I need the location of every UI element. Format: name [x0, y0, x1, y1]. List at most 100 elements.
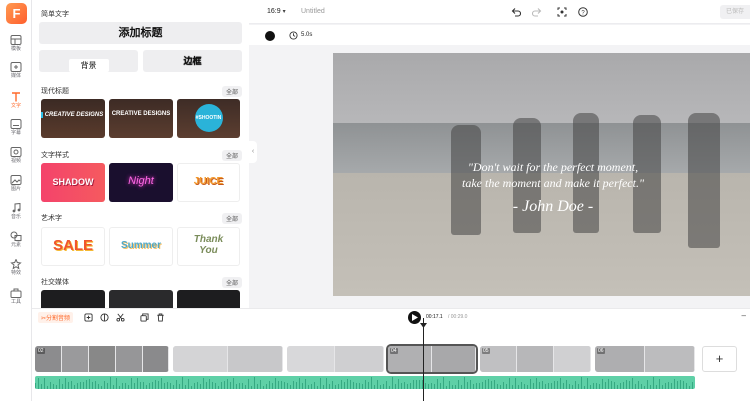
add-clip-icon[interactable] — [84, 313, 93, 322]
clip-number: 05 — [482, 348, 490, 354]
clip-duration[interactable]: 5.0s — [301, 32, 312, 38]
text-preset-thumb[interactable]: CREATIVE DESIGNS — [109, 99, 173, 138]
social-preset-thumb[interactable] — [177, 290, 240, 308]
waveform-bar — [470, 379, 471, 389]
rail-item-media[interactable]: 媒体 — [0, 61, 32, 85]
rail-item-text[interactable]: 文字 — [0, 91, 32, 115]
waveform-bar — [125, 382, 126, 389]
rail-label: 元素 — [10, 242, 21, 248]
split-icon[interactable] — [100, 313, 109, 322]
waveform-bar — [113, 385, 114, 389]
waveform-bar — [518, 385, 519, 389]
waveform-bar — [680, 379, 681, 389]
cut-icon[interactable] — [116, 313, 125, 322]
waveform-bar — [74, 384, 75, 389]
waveform-bar — [581, 377, 582, 389]
waveform-bar — [293, 381, 294, 389]
rail-item-elements[interactable]: 元素 — [0, 230, 32, 254]
rail-item-music[interactable]: 音乐 — [0, 202, 32, 226]
waveform-bar — [401, 383, 402, 389]
quote-author[interactable]: - John Doe - — [423, 198, 683, 216]
duplicate-icon[interactable] — [140, 313, 149, 322]
background-style-button[interactable]: 背景 — [39, 50, 138, 72]
timeline-clip[interactable]: 05 — [480, 346, 591, 372]
screenshot-icon[interactable] — [557, 7, 567, 17]
timeline-clip[interactable] — [287, 346, 384, 372]
see-all-button[interactable]: 全部 — [221, 86, 242, 97]
rail-item-effects[interactable]: 特效 — [0, 258, 32, 282]
waveform-bar — [593, 382, 594, 389]
waveform-bar — [674, 378, 675, 389]
waveform-bar — [362, 384, 363, 389]
add-clip-button[interactable]: + — [702, 346, 737, 372]
aspect-ratio-select[interactable]: 16:9 ▾ — [267, 8, 286, 15]
text-preset-thumb[interactable]: CREATIVE DESIGNS — [41, 99, 105, 138]
add-title-button[interactable]: 添加标题 — [39, 22, 242, 44]
waveform-bar — [686, 382, 687, 389]
background-color-swatch[interactable] — [265, 31, 275, 41]
text-preset-thumb[interactable]: #SHOOTIN — [177, 99, 240, 138]
see-all-button[interactable]: 全部 — [221, 150, 242, 161]
waveform-bar — [146, 385, 147, 389]
play-icon — [412, 314, 418, 321]
waveform-bar — [410, 383, 411, 389]
see-all-button[interactable]: 全部 — [221, 277, 242, 288]
waveform-bar — [137, 378, 138, 389]
quote-text[interactable]: "Don't wait for the perfect moment, take… — [423, 159, 683, 191]
rail-item-image[interactable]: 图片 — [0, 174, 32, 198]
play-button[interactable] — [408, 311, 421, 324]
text-preset-thumb[interactable]: Thank You — [177, 227, 240, 266]
video-canvas[interactable]: "Don't wait for the perfect moment, take… — [333, 53, 750, 296]
media-icon — [10, 62, 22, 72]
rail-item-tools[interactable]: 工具 — [0, 287, 32, 311]
waveform-bar — [572, 385, 573, 389]
split-audio-button[interactable]: ✂分割音频 — [38, 312, 74, 323]
waveform-bar — [41, 383, 42, 389]
waveform-bar — [248, 378, 249, 389]
waveform-bar — [278, 380, 279, 389]
border-style-button[interactable]: 边框 — [143, 50, 242, 72]
waveform-bar — [584, 385, 585, 389]
rail-item-subtitle[interactable]: 字幕 — [0, 118, 32, 142]
timeline-clip[interactable] — [173, 346, 283, 372]
collapse-panel-button[interactable]: ‹ — [249, 141, 257, 163]
text-preset-thumb[interactable]: Night — [109, 163, 173, 202]
waveform-bar — [560, 378, 561, 389]
see-all-button[interactable]: 全部 — [221, 213, 242, 224]
rail-item-video[interactable]: 视频 — [0, 146, 32, 170]
waveform-bar — [89, 379, 90, 389]
rail-label: 模板 — [10, 46, 21, 52]
preset-label: SHADOW — [52, 177, 94, 187]
waveform-bar — [620, 382, 621, 389]
text-preset-thumb[interactable]: Summer — [109, 227, 173, 266]
waveform-bar — [164, 383, 165, 389]
audio-track[interactable] — [35, 376, 695, 389]
text-preset-thumb[interactable]: SALE — [41, 227, 105, 266]
waveform-bar — [179, 384, 180, 389]
zoom-out-button[interactable]: – — [742, 311, 746, 320]
redo-icon[interactable] — [532, 7, 542, 17]
social-preset-thumb[interactable] — [41, 290, 105, 308]
delete-icon[interactable] — [156, 313, 165, 322]
undo-icon[interactable] — [511, 7, 521, 17]
waveform-bar — [323, 385, 324, 389]
project-title[interactable]: Untitled — [301, 8, 325, 15]
timeline-clip[interactable]: 06 — [595, 346, 695, 372]
social-preset-thumb[interactable] — [109, 290, 173, 308]
waveform-bar — [440, 383, 441, 389]
text-preset-thumb[interactable]: JUICE — [177, 163, 240, 202]
timeline-clip-selected[interactable]: 04 — [386, 344, 478, 374]
app-logo[interactable]: F — [6, 3, 27, 24]
export-button[interactable]: 已保存 — [720, 5, 750, 19]
waveform-bar — [596, 383, 597, 389]
waveform-bar — [206, 381, 207, 389]
rail-item-template[interactable]: 模板 — [0, 34, 32, 58]
timeline-clip[interactable]: 02 — [35, 346, 169, 372]
clip-number: 04 — [390, 348, 398, 354]
text-preset-thumb[interactable]: SHADOW — [41, 163, 105, 202]
rail-label: 字幕 — [10, 130, 21, 136]
waveform-bar — [98, 383, 99, 389]
help-icon[interactable]: ? — [578, 7, 588, 17]
playhead[interactable] — [423, 318, 424, 401]
rail-label: 视频 — [10, 158, 21, 164]
